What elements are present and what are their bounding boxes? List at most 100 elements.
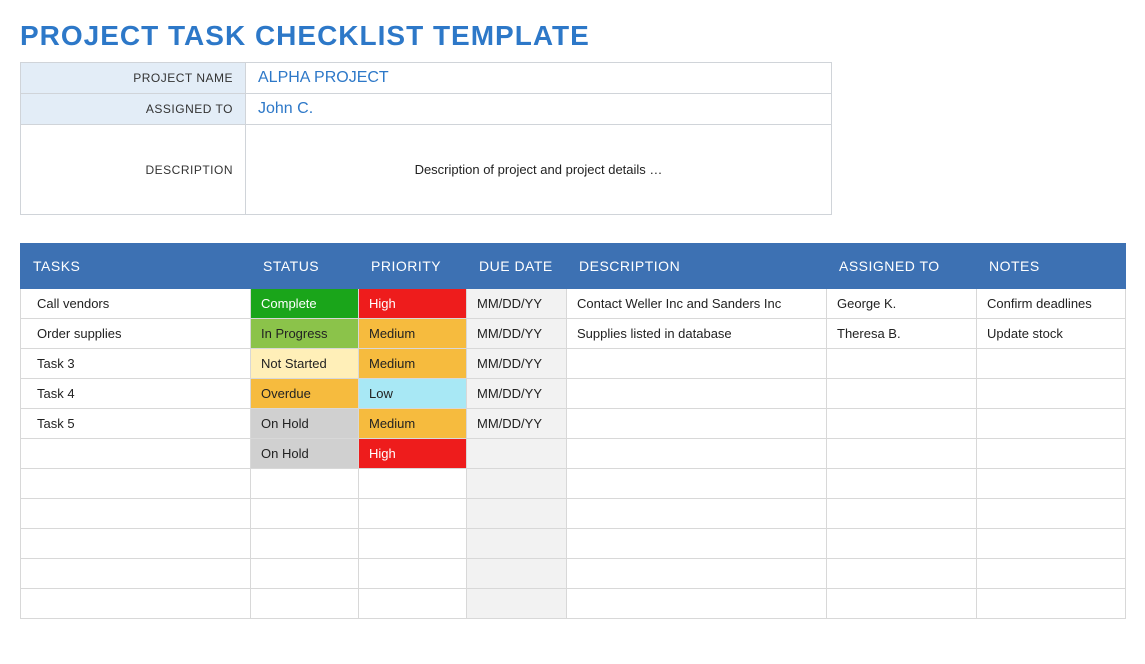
priority-cell[interactable]: Low <box>359 379 467 409</box>
table-row <box>21 529 1126 559</box>
task-cell[interactable] <box>21 469 251 499</box>
due-date-cell[interactable] <box>467 499 567 529</box>
description-cell[interactable] <box>567 349 827 379</box>
assigned-to-cell[interactable] <box>827 559 977 589</box>
status-cell[interactable]: Overdue <box>251 379 359 409</box>
status-cell[interactable] <box>251 499 359 529</box>
assigned-to-cell[interactable] <box>827 409 977 439</box>
description-cell[interactable] <box>567 469 827 499</box>
table-row <box>21 589 1126 619</box>
description-cell[interactable] <box>567 379 827 409</box>
task-cell[interactable]: Task 4 <box>21 379 251 409</box>
table-row <box>21 559 1126 589</box>
assigned-to-cell[interactable] <box>827 349 977 379</box>
notes-cell[interactable]: Update stock <box>977 319 1126 349</box>
project-name-value[interactable]: ALPHA PROJECT <box>246 63 832 94</box>
assigned-to-label: ASSIGNED TO <box>21 94 246 125</box>
priority-cell[interactable]: Medium <box>359 349 467 379</box>
col-header-tasks: TASKS <box>21 244 251 289</box>
due-date-cell[interactable]: MM/DD/YY <box>467 289 567 319</box>
table-row: Call vendorsCompleteHighMM/DD/YYContact … <box>21 289 1126 319</box>
assigned-to-cell[interactable] <box>827 499 977 529</box>
description-cell[interactable] <box>567 499 827 529</box>
priority-cell[interactable]: High <box>359 289 467 319</box>
description-cell[interactable]: Contact Weller Inc and Sanders Inc <box>567 289 827 319</box>
status-cell[interactable]: Complete <box>251 289 359 319</box>
due-date-cell[interactable] <box>467 559 567 589</box>
status-cell[interactable] <box>251 559 359 589</box>
due-date-cell[interactable] <box>467 469 567 499</box>
due-date-cell[interactable] <box>467 529 567 559</box>
description-label: DESCRIPTION <box>21 125 246 215</box>
priority-cell[interactable]: High <box>359 439 467 469</box>
assigned-to-cell[interactable]: Theresa B. <box>827 319 977 349</box>
table-row: Order suppliesIn ProgressMediumMM/DD/YYS… <box>21 319 1126 349</box>
description-cell[interactable]: Supplies listed in database <box>567 319 827 349</box>
assigned-to-cell[interactable] <box>827 529 977 559</box>
priority-cell[interactable] <box>359 529 467 559</box>
description-cell[interactable] <box>567 439 827 469</box>
notes-cell[interactable] <box>977 439 1126 469</box>
due-date-cell[interactable] <box>467 589 567 619</box>
assigned-to-cell[interactable] <box>827 379 977 409</box>
task-cell[interactable]: Call vendors <box>21 289 251 319</box>
project-name-label: PROJECT NAME <box>21 63 246 94</box>
task-cell[interactable] <box>21 439 251 469</box>
priority-cell[interactable] <box>359 499 467 529</box>
priority-cell[interactable]: Medium <box>359 319 467 349</box>
notes-cell[interactable] <box>977 559 1126 589</box>
table-row <box>21 499 1126 529</box>
description-cell[interactable] <box>567 559 827 589</box>
task-cell[interactable] <box>21 499 251 529</box>
table-row: On HoldHigh <box>21 439 1126 469</box>
description-row: DESCRIPTION Description of project and p… <box>21 125 832 215</box>
assigned-to-cell[interactable] <box>827 469 977 499</box>
due-date-cell[interactable] <box>467 439 567 469</box>
status-cell[interactable]: Not Started <box>251 349 359 379</box>
col-header-notes: NOTES <box>977 244 1126 289</box>
notes-cell[interactable] <box>977 499 1126 529</box>
task-cell[interactable]: Order supplies <box>21 319 251 349</box>
task-cell[interactable] <box>21 529 251 559</box>
status-cell[interactable] <box>251 529 359 559</box>
status-cell[interactable] <box>251 589 359 619</box>
project-info-table: PROJECT NAME ALPHA PROJECT ASSIGNED TO J… <box>20 62 832 215</box>
status-cell[interactable]: On Hold <box>251 439 359 469</box>
description-value[interactable]: Description of project and project detai… <box>246 125 832 215</box>
description-cell[interactable] <box>567 529 827 559</box>
priority-cell[interactable] <box>359 589 467 619</box>
col-header-due-date: DUE DATE <box>467 244 567 289</box>
notes-cell[interactable] <box>977 469 1126 499</box>
priority-cell[interactable]: Medium <box>359 409 467 439</box>
notes-cell[interactable] <box>977 349 1126 379</box>
task-cell[interactable] <box>21 559 251 589</box>
due-date-cell[interactable]: MM/DD/YY <box>467 319 567 349</box>
task-cell[interactable] <box>21 589 251 619</box>
description-cell[interactable] <box>567 409 827 439</box>
assigned-to-cell[interactable]: George K. <box>827 289 977 319</box>
assigned-to-cell[interactable] <box>827 439 977 469</box>
page-title: PROJECT TASK CHECKLIST TEMPLATE <box>20 20 1125 52</box>
col-header-status: STATUS <box>251 244 359 289</box>
status-cell[interactable]: On Hold <box>251 409 359 439</box>
notes-cell[interactable]: Confirm deadlines <box>977 289 1126 319</box>
assigned-to-value[interactable]: John C. <box>246 94 832 125</box>
task-cell[interactable]: Task 3 <box>21 349 251 379</box>
priority-cell[interactable] <box>359 559 467 589</box>
due-date-cell[interactable]: MM/DD/YY <box>467 379 567 409</box>
notes-cell[interactable] <box>977 379 1126 409</box>
notes-cell[interactable] <box>977 409 1126 439</box>
due-date-cell[interactable]: MM/DD/YY <box>467 349 567 379</box>
status-cell[interactable] <box>251 469 359 499</box>
notes-cell[interactable] <box>977 529 1126 559</box>
col-header-description: DESCRIPTION <box>567 244 827 289</box>
priority-cell[interactable] <box>359 469 467 499</box>
col-header-assigned-to: ASSIGNED TO <box>827 244 977 289</box>
due-date-cell[interactable]: MM/DD/YY <box>467 409 567 439</box>
status-cell[interactable]: In Progress <box>251 319 359 349</box>
description-cell[interactable] <box>567 589 827 619</box>
notes-cell[interactable] <box>977 589 1126 619</box>
task-cell[interactable]: Task 5 <box>21 409 251 439</box>
project-name-row: PROJECT NAME ALPHA PROJECT <box>21 63 832 94</box>
assigned-to-cell[interactable] <box>827 589 977 619</box>
